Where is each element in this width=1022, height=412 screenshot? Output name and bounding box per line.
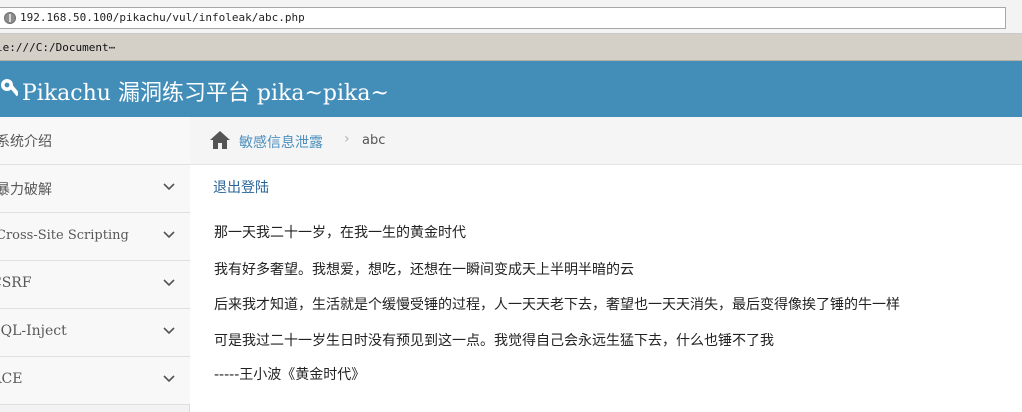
breadcrumb-separator: › bbox=[344, 131, 350, 147]
chevron-down-icon bbox=[163, 327, 175, 335]
breadcrumb: 敏感信息泄露 › abc bbox=[190, 117, 1022, 165]
poem-attribution: -----王小波《黄金时代》 bbox=[214, 367, 366, 383]
sidebar-item-label: 暴力破解 bbox=[0, 182, 52, 198]
brand-title[interactable]: Pikachu 漏洞练习平台 pika~pika~ bbox=[22, 75, 389, 107]
chevron-down-icon bbox=[163, 279, 175, 287]
url-text: 192.168.50.100/pikachu/vul/infoleak/abc.… bbox=[20, 11, 305, 24]
sidebar-item-csrf[interactable]: CSRF bbox=[0, 261, 190, 309]
breadcrumb-current: abc bbox=[362, 133, 386, 148]
main-content: 退出登陆 那一天我二十一岁，在我一生的黄金时代 我有好多奢望。我想爱，想吃，还想… bbox=[190, 165, 1022, 412]
globe-icon bbox=[4, 12, 16, 24]
sidebar-item-label: RCE bbox=[0, 371, 23, 387]
sidebar-item-label: 系统介绍 bbox=[0, 134, 52, 150]
sidebar-item-rce[interactable]: RCE bbox=[0, 357, 190, 405]
home-icon bbox=[210, 131, 230, 149]
chevron-down-icon bbox=[163, 375, 175, 383]
poem-line: 可是我过二十一岁生日时没有预见到这一点。我觉得自己会永远生猛下去，什么也锤不了我 bbox=[214, 333, 774, 349]
sidebar: 系统介绍 暴力破解 Cross-Site Scripting CSRF SQL-… bbox=[0, 117, 190, 412]
browser-address-bar: 192.168.50.100/pikachu/vul/infoleak/abc.… bbox=[0, 0, 1022, 34]
chevron-down-icon bbox=[163, 183, 175, 191]
sidebar-item-label: SQL-Inject bbox=[0, 323, 67, 339]
wrench-icon bbox=[1, 79, 18, 97]
poem-line: 那一天我二十一岁，在我一生的黄金时代 bbox=[214, 225, 466, 241]
browser-tab-bar: le:///C:/Document⋯ bbox=[0, 34, 1022, 61]
logout-link[interactable]: 退出登陆 bbox=[213, 177, 269, 197]
poem-line: 后来我才知道，生活就是个缓慢受锤的过程，人一天天老下去，奢望也一天天消失，最后变… bbox=[214, 297, 900, 313]
poem-line: 我有好多奢望。我想爱，想吃，还想在一瞬间变成天上半明半暗的云 bbox=[214, 262, 634, 278]
url-field[interactable]: 192.168.50.100/pikachu/vul/infoleak/abc.… bbox=[0, 7, 1006, 29]
sidebar-item-bruteforce[interactable]: 暴力破解 bbox=[0, 165, 190, 213]
top-navbar: Pikachu 漏洞练习平台 pika~pika~ bbox=[0, 61, 1022, 117]
chevron-down-icon bbox=[163, 231, 175, 239]
sidebar-item-xss[interactable]: Cross-Site Scripting bbox=[0, 213, 190, 261]
sidebar-item-label: Cross-Site Scripting bbox=[0, 228, 129, 243]
browser-tab[interactable]: le:///C:/Document⋯ bbox=[0, 41, 115, 54]
sidebar-item-sql-inject[interactable]: SQL-Inject bbox=[0, 309, 190, 357]
sidebar-item-intro[interactable]: 系统介绍 bbox=[0, 117, 190, 165]
sidebar-item-label: CSRF bbox=[0, 275, 32, 291]
breadcrumb-link-infoleak[interactable]: 敏感信息泄露 bbox=[239, 132, 323, 152]
